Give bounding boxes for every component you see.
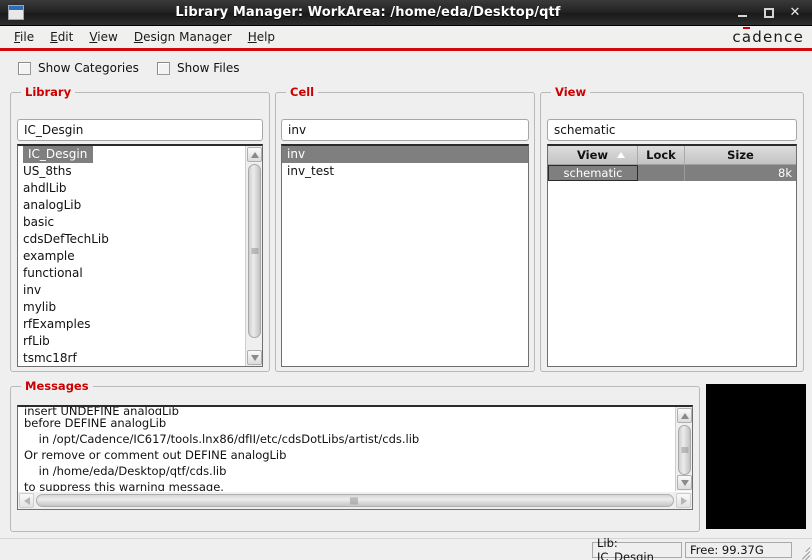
status-bar: Lib: IC_Desgin Free: 99.37G <box>0 536 812 560</box>
brand-accent-rule <box>0 48 812 51</box>
list-item[interactable]: rfExamples <box>18 316 244 333</box>
menu-item-edit[interactable]: Edit <box>42 28 81 46</box>
checkbox-show-files[interactable]: Show Files <box>157 61 240 75</box>
column-header-view[interactable]: View <box>548 146 638 165</box>
cell-list-items: inv inv_test <box>282 146 528 180</box>
scrollbar-grip-icon <box>350 497 360 504</box>
menu-item-file[interactable]: File <box>6 28 42 46</box>
display-options-row: Show Categories Show Files <box>0 53 812 87</box>
cell-group-title: Cell <box>286 85 319 99</box>
list-item[interactable]: ahdlLib <box>18 180 244 197</box>
cell-view-size[interactable]: 8k <box>685 165 796 181</box>
table-row[interactable]: schematic 8k <box>548 165 796 181</box>
column-header-size-label: Size <box>727 148 754 162</box>
menu-item-design-manager[interactable]: Design Manager <box>126 28 240 46</box>
maximize-button-icon[interactable] <box>762 6 776 20</box>
library-filter-input[interactable]: IC_Desgin <box>17 119 263 141</box>
view-table[interactable]: View Lock Size schematic 8k <box>547 144 797 367</box>
messages-group-title: Messages <box>21 379 93 393</box>
column-header-size[interactable]: Size <box>685 146 796 165</box>
menu-bar: File Edit View Design Manager Help caden… <box>0 26 812 48</box>
window-controls: ✕ <box>736 5 802 20</box>
minimize-button-icon[interactable] <box>736 6 750 20</box>
list-item[interactable]: functional <box>18 265 244 282</box>
list-item[interactable]: inv_test <box>282 163 528 180</box>
messages-text-area: insert UNDEFINE analogLib before DEFINE … <box>18 407 674 491</box>
checkbox-show-categories-label: Show Categories <box>38 61 139 75</box>
messages-vertical-scrollbar[interactable] <box>675 407 692 491</box>
scroll-left-arrow-icon[interactable] <box>19 493 34 508</box>
checkbox-icon[interactable] <box>18 61 31 75</box>
checkbox-show-files-label: Show Files <box>177 61 240 75</box>
view-group-title: View <box>551 85 591 99</box>
checkbox-icon[interactable] <box>157 61 170 75</box>
view-table-header: View Lock Size <box>548 146 796 165</box>
list-item[interactable]: mylib <box>18 299 244 316</box>
list-item[interactable]: basic <box>18 214 244 231</box>
checkbox-show-categories[interactable]: Show Categories <box>18 61 139 75</box>
list-item[interactable]: analogLib <box>18 197 244 214</box>
view-filter-input[interactable]: schematic <box>547 119 797 141</box>
scrollbar-grip-icon <box>681 447 688 454</box>
cell-view-name[interactable]: schematic <box>548 165 638 181</box>
list-item[interactable]: example <box>18 248 244 265</box>
list-item[interactable]: US_8ths <box>18 163 244 180</box>
scrollbar-thumb[interactable] <box>678 425 691 475</box>
window-icon <box>8 5 24 20</box>
message-line: before DEFINE analogLib <box>24 416 167 430</box>
list-item[interactable]: inv <box>18 282 244 299</box>
cell-view-lock[interactable] <box>638 165 685 181</box>
message-line: Or remove or comment out DEFINE analogLi… <box>24 448 287 462</box>
title-bar: Library Manager: WorkArea: /home/eda/Des… <box>0 0 812 26</box>
sort-ascending-arrow-icon <box>617 152 625 158</box>
scrollbar-thumb[interactable] <box>248 164 261 338</box>
messages-horizontal-scrollbar[interactable] <box>18 492 692 509</box>
message-line: insert UNDEFINE analogLib <box>24 407 179 415</box>
message-line: in /opt/Cadence/IC617/tools.lnx86/dfII/e… <box>24 432 420 446</box>
list-item-label[interactable]: IC_Desgin <box>23 146 94 163</box>
menu-item-view[interactable]: View <box>81 28 125 46</box>
list-item[interactable]: cdsDefTechLib <box>18 231 244 248</box>
column-header-lock-label: Lock <box>646 148 676 162</box>
cell-list[interactable]: inv inv_test <box>281 144 529 367</box>
list-item[interactable]: tsmc18rf <box>18 350 244 366</box>
messages-output[interactable]: insert UNDEFINE analogLib before DEFINE … <box>17 405 693 510</box>
scrollbar-thumb[interactable] <box>36 494 674 507</box>
library-list-scrollbar[interactable] <box>245 146 262 366</box>
cadence-logo: cadence <box>732 28 804 46</box>
status-free-space: Free: 99.37G <box>685 542 792 558</box>
window-title: Library Manager: WorkArea: /home/eda/Des… <box>175 5 561 20</box>
scrollbar-grip-icon <box>251 248 258 255</box>
library-list-items: IC_Desgin US_8ths ahdlLib analogLib basi… <box>18 146 244 366</box>
list-item[interactable]: inv <box>282 146 528 163</box>
library-group-title: Library <box>21 85 76 99</box>
column-header-view-label: View <box>576 148 609 162</box>
scroll-down-arrow-icon[interactable] <box>677 475 692 490</box>
list-item[interactable]: IC_Desgin <box>18 146 244 163</box>
library-list[interactable]: IC_Desgin US_8ths ahdlLib analogLib basi… <box>17 144 263 367</box>
library-manager-window: Library Manager: WorkArea: /home/eda/Des… <box>0 0 812 560</box>
column-header-lock[interactable]: Lock <box>638 146 685 165</box>
message-line: to suppress this warning message. <box>24 480 224 491</box>
scroll-up-arrow-icon[interactable] <box>677 408 692 423</box>
scroll-up-arrow-icon[interactable] <box>247 147 262 162</box>
scroll-down-arrow-icon[interactable] <box>247 350 262 365</box>
black-display-panel <box>706 384 806 529</box>
scroll-right-arrow-icon[interactable] <box>676 493 691 508</box>
cell-filter-input[interactable]: inv <box>281 119 529 141</box>
list-item[interactable]: rfLib <box>18 333 244 350</box>
status-library: Lib: IC_Desgin <box>592 536 682 560</box>
close-button-icon[interactable]: ✕ <box>788 5 802 20</box>
resize-grip-icon[interactable] <box>796 544 811 560</box>
message-line: in /home/eda/Desktop/qtf/cds.lib <box>24 464 227 478</box>
menu-item-help[interactable]: Help <box>240 28 283 46</box>
